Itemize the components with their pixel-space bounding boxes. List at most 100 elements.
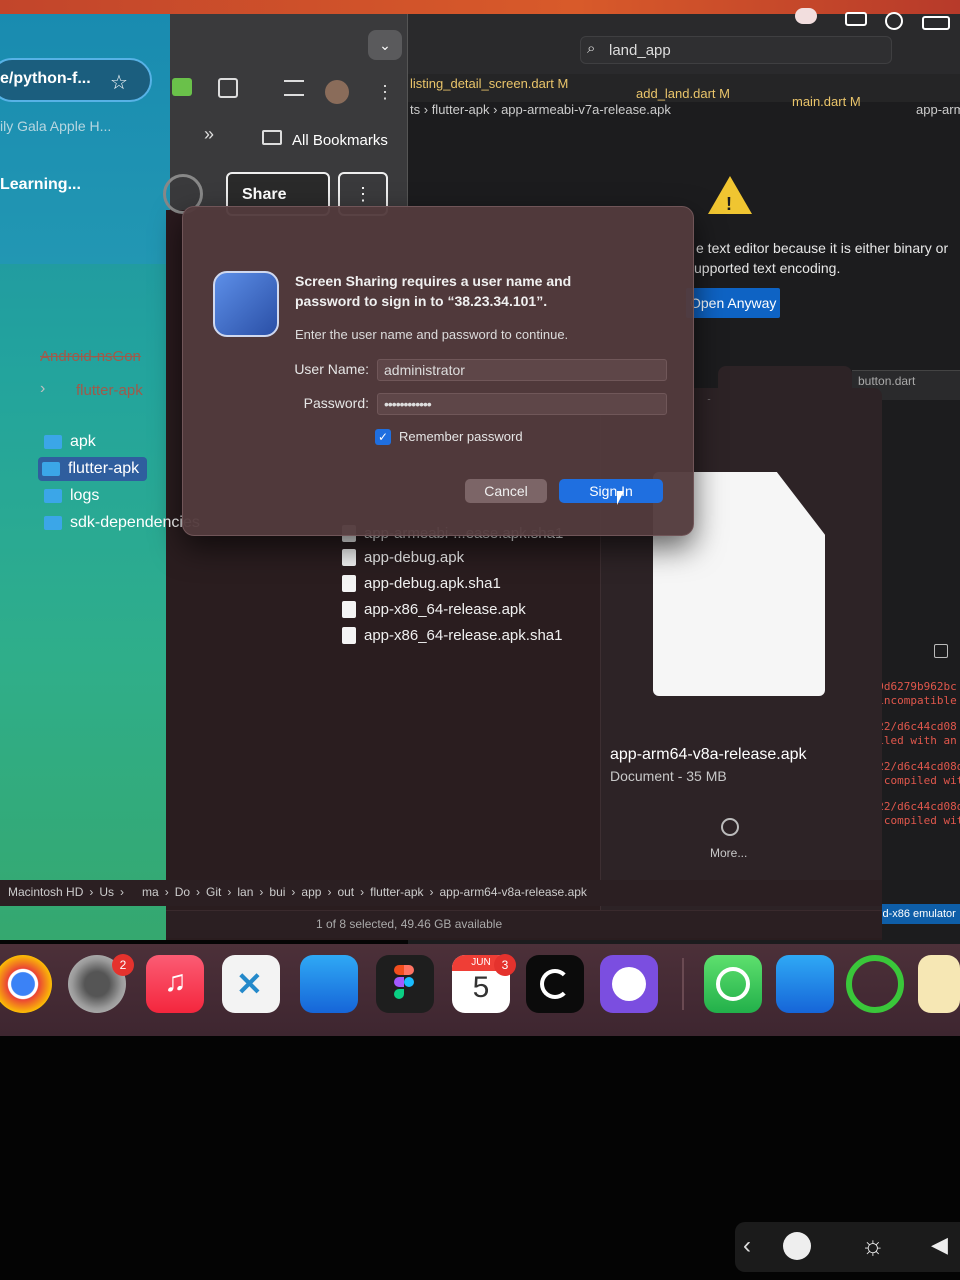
figma-dot (404, 977, 414, 987)
figma-icon[interactable] (376, 955, 434, 1013)
username-field[interactable]: administrator (377, 359, 667, 381)
file-item[interactable]: app-x86_64-release.apk (342, 598, 526, 620)
back-path-1: Android-nsGon (40, 348, 141, 365)
warning-glyph: ! (726, 194, 732, 214)
tab-learning[interactable]: Learning... (0, 176, 81, 194)
sign-in-button[interactable]: Sign In (559, 479, 663, 503)
preview-kind: Document - 35 MB (610, 768, 727, 784)
whatsapp-logo-icon (716, 967, 750, 1001)
finder-status-bar: 1 of 8 selected, 49.46 GB available (166, 910, 882, 938)
github-logo-icon (612, 967, 646, 1001)
sidebar-item-apk[interactable]: apk (44, 430, 96, 454)
screen-sharing-icon (213, 271, 279, 337)
arc-logo-icon (540, 969, 570, 999)
simulator-icon[interactable] (776, 955, 834, 1013)
figma-dot (404, 965, 414, 975)
binary-message-line2: upported text encoding. (694, 260, 841, 276)
remember-checkbox[interactable]: ✓ (375, 429, 391, 445)
star-icon[interactable]: ☆ (110, 70, 128, 95)
folder-icon (44, 516, 62, 530)
terminal-icon[interactable] (934, 644, 948, 658)
more-icon[interactable] (721, 818, 739, 836)
folder-icon (262, 130, 282, 145)
android-studio-icon[interactable] (846, 955, 904, 1013)
username-label: User Name: (294, 361, 369, 377)
user-icon[interactable] (795, 8, 817, 24)
password-field[interactable]: •••••••••••• (377, 393, 667, 415)
xcode-icon[interactable] (300, 955, 358, 1013)
password-label: Password: (303, 395, 369, 411)
menu-dots-icon[interactable]: ⋮ (376, 82, 394, 103)
all-bookmarks[interactable]: All Bookmarks (292, 132, 388, 149)
dialog-title-line2: password to sign in to “38.23.34.101”. (295, 293, 548, 309)
sidebar-item-sdk-dependencies[interactable]: sdk-dependencies (44, 511, 200, 535)
folder-icon (42, 462, 60, 476)
chevron-right-icon[interactable]: › (40, 380, 45, 398)
avatar[interactable] (325, 80, 349, 104)
vscode-icon[interactable]: ✕ (222, 955, 280, 1013)
music-icon[interactable]: ♫ (146, 955, 204, 1013)
document-icon (342, 600, 356, 618)
mouse-cursor (617, 491, 624, 505)
open-anyway-button[interactable]: Open Anyway (686, 288, 780, 318)
chrome-toolbar-area (0, 14, 170, 264)
breadcrumb: ts › flutter-apk › app-armeabi-v7a-relea… (410, 102, 671, 117)
document-icon (342, 574, 356, 592)
folder-icon (44, 435, 62, 449)
battery-icon (922, 16, 950, 30)
music-note-icon: ♫ (164, 965, 187, 998)
chevron-right-double-icon[interactable]: » (204, 124, 214, 145)
github-desktop-icon[interactable] (600, 955, 658, 1013)
arc-browser-icon[interactable] (526, 955, 584, 1013)
screen-sharing-dialog: Screen Sharing requires a user name and … (182, 206, 694, 536)
file-item[interactable]: app-x86_64-release.apk.sha1 (342, 624, 562, 646)
chevron-down-icon[interactable]: ⌄ (368, 30, 402, 60)
file-item[interactable]: app-debug.apk (342, 546, 464, 568)
document-icon (342, 626, 356, 644)
tab-add-land[interactable]: add_land.dart M (636, 86, 730, 101)
finder-status-text: 1 of 8 selected, 49.46 GB available (316, 917, 503, 931)
calendar-badge: 3 (494, 954, 516, 976)
dialog-title-line1: Screen Sharing requires a user name and (295, 273, 572, 289)
extension-icon[interactable] (172, 78, 192, 96)
notes-icon[interactable] (918, 955, 960, 1013)
figma-dot (394, 965, 404, 975)
file-item[interactable]: app-debug.apk.sha1 (342, 572, 501, 594)
vscode-search[interactable]: land_app ⌕ (580, 36, 892, 64)
figma-dot (394, 989, 404, 999)
chevron-left-icon[interactable]: ‹ (743, 1232, 751, 1260)
vscode-logo-icon: ✕ (236, 966, 263, 1002)
tab-button-dart[interactable]: button.dart (858, 374, 915, 388)
whatsapp-icon[interactable] (704, 955, 762, 1013)
settings-badge: 2 (112, 954, 134, 976)
share-label: Share (242, 186, 287, 203)
sidebar-item-flutter-apk[interactable]: flutter-apk (38, 457, 148, 481)
brightness-icon[interactable]: ☼ (861, 1230, 885, 1261)
preview-filename: app-arm64-v8a-release.apk (610, 746, 807, 763)
screen-record-icon[interactable] (885, 12, 903, 30)
path-bar: Macintosh HD › Us › ma › Do › Git › lan › bui ›… (0, 880, 882, 906)
sidebar-item-logs[interactable]: logs (44, 484, 99, 508)
document-icon (342, 548, 356, 566)
touch-bar: ‹ ☼ ◀ (735, 1222, 960, 1272)
address-text: e/python-f... (0, 70, 91, 87)
reading-list-icon[interactable] (284, 80, 304, 96)
dialog-subtitle: Enter the user name and password to cont… (295, 327, 569, 342)
volume-icon[interactable]: ◀ (931, 1232, 948, 1258)
figma-dot (394, 977, 404, 987)
calendar-day: 5 (472, 971, 490, 1004)
bookmark-item[interactable]: ily Gala Apple H... (0, 118, 111, 134)
tab-app-arm[interactable]: app-arm (916, 102, 960, 117)
cancel-button[interactable]: Cancel (465, 479, 547, 503)
vscode-search-text: land_app (609, 42, 671, 59)
siri-icon[interactable] (783, 1232, 811, 1260)
more-button[interactable]: More... (710, 846, 747, 860)
puzzle-icon[interactable] (218, 78, 238, 98)
tab-listing-detail[interactable]: listing_detail_screen.dart M (410, 76, 568, 91)
dock-divider (682, 958, 684, 1010)
path-segments[interactable]: Macintosh HD › Us › ma › Do › Git › lan › bui ›… (8, 885, 587, 899)
keyboard-icon[interactable] (845, 12, 867, 26)
remember-label: Remember password (399, 429, 523, 444)
tab-main[interactable]: main.dart M (792, 94, 861, 109)
back-path-2: flutter-apk (76, 382, 143, 399)
